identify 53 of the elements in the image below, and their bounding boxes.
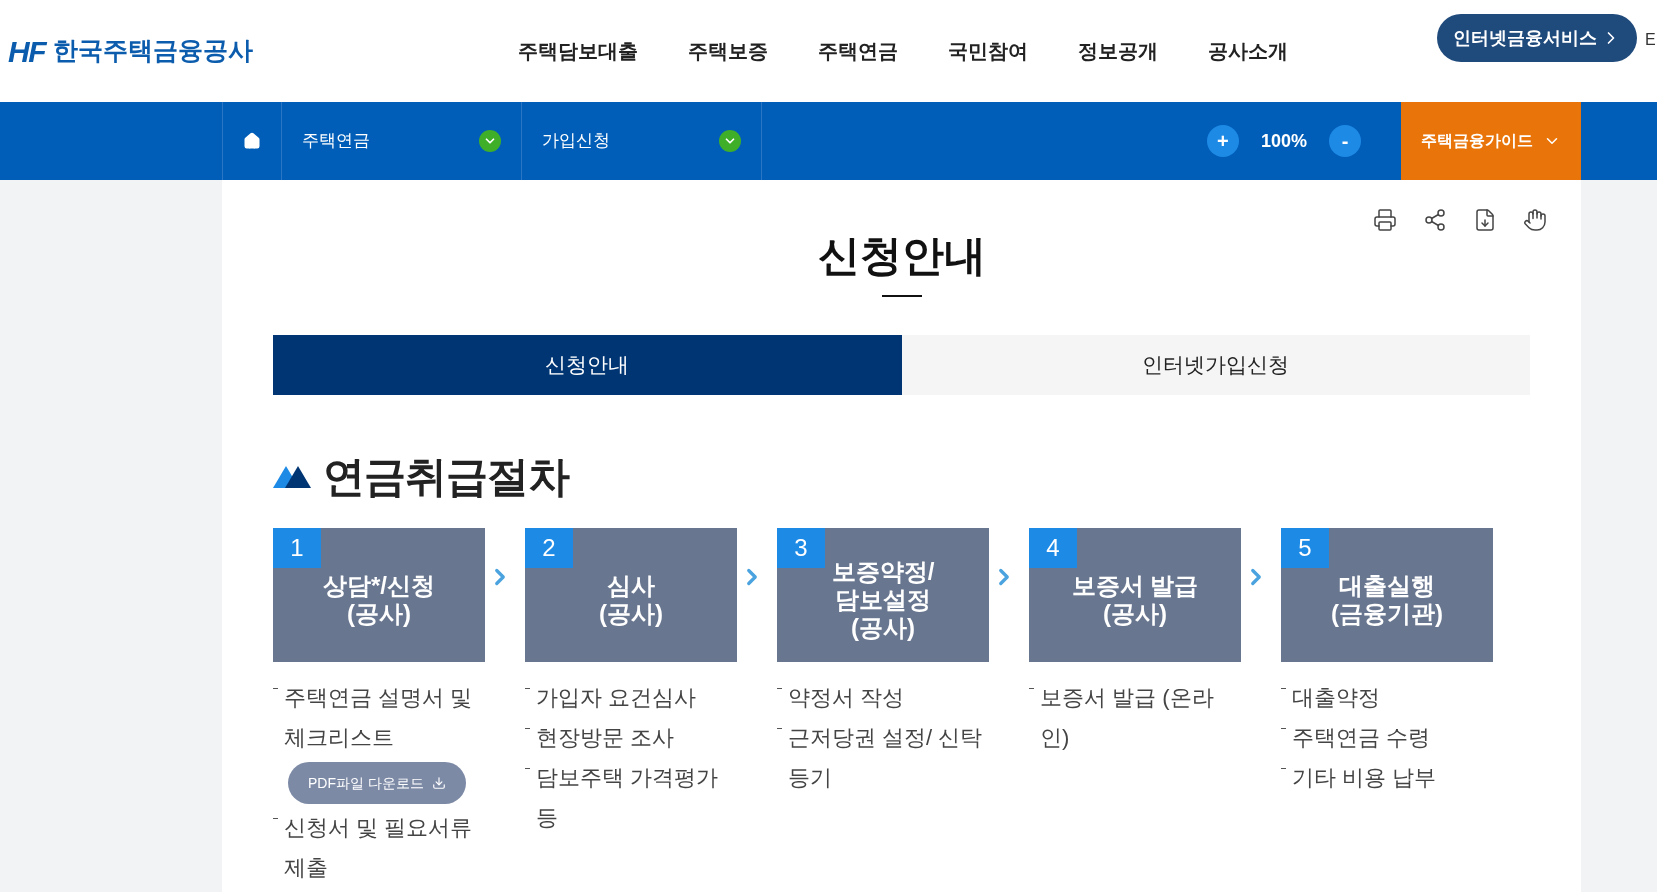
step-number: 3: [777, 528, 825, 568]
edge-text: E: [1645, 30, 1656, 50]
main-menu-item[interactable]: 공사소개: [1208, 36, 1288, 66]
step-item-text: 신청서 및 필요서류 제출: [284, 814, 474, 882]
step-title: 보증서 발급: [1071, 572, 1199, 600]
zoom-in-button[interactable]: +: [1206, 125, 1239, 157]
step-title: 대출실행: [1339, 572, 1435, 600]
hand-icon[interactable]: [1523, 208, 1547, 232]
step-item-text: 대출약정: [1292, 684, 1380, 712]
file-download-icon[interactable]: [1473, 208, 1497, 232]
step-number: 1: [273, 528, 321, 568]
logo-mark[interactable]: HF: [8, 28, 45, 74]
step-title: (금융기관): [1331, 600, 1443, 628]
step-number: 4: [1029, 528, 1077, 568]
step-title: 담보설정: [835, 586, 931, 614]
section-mark-icon: [273, 465, 311, 488]
page-title: 신청안내: [817, 235, 986, 277]
step-title: (공사): [599, 600, 663, 628]
step-item-text: 주택연금 수령: [1292, 724, 1431, 752]
main-menu-item[interactable]: 주택담보대출: [518, 36, 638, 66]
step-title: 보증약정/: [831, 558, 935, 586]
step-title: (공사): [347, 600, 411, 628]
tab[interactable]: 신청안내: [273, 335, 902, 395]
zoom-out-button[interactable]: -: [1329, 125, 1361, 157]
download-icon: [431, 776, 446, 790]
share-icon[interactable]: [1423, 208, 1447, 232]
step-item-text: 가입자 요건심사: [536, 684, 697, 712]
step-item-text: 주택연금 설명서 및 체크리스트: [284, 684, 474, 752]
step-item-text: 보증서 발급 (온라인): [1040, 684, 1215, 752]
main-menu-item[interactable]: 국민참여: [948, 36, 1028, 66]
dropdown-icon: [719, 130, 741, 152]
main-menu-item[interactable]: 주택연금: [818, 36, 898, 66]
step-item-text: 기타 비용 납부: [1292, 764, 1437, 792]
step-title: (공사): [851, 614, 915, 642]
step-item-text: 담보주택 가격평가 등: [536, 764, 720, 832]
main-menu-item[interactable]: 주택보증: [688, 36, 768, 66]
section-title: 연금취급절차: [323, 452, 569, 502]
step-item-text: 현장방문 조사: [536, 724, 675, 752]
home-icon[interactable]: [243, 132, 261, 150]
step-number: 5: [1281, 528, 1329, 568]
step-title: 심사: [607, 572, 655, 600]
step-item-text: 근저당권 설정/ 신탁등기: [788, 724, 984, 792]
step-item-text: 약정서 작성: [788, 684, 905, 712]
internet-service-button[interactable]: 인터넷금융서비스: [1437, 14, 1637, 62]
main-menu-item[interactable]: 정보공개: [1078, 36, 1158, 66]
step-title: (공사): [1103, 600, 1167, 628]
dropdown-icon: [479, 130, 501, 152]
zoom-level: 100%: [1260, 129, 1307, 153]
print-icon[interactable]: [1373, 208, 1397, 232]
step-title: 상담*/신청: [323, 572, 435, 600]
logo-text[interactable]: 한국주택금융공사: [53, 32, 253, 70]
tab[interactable]: 인터넷가입신청: [901, 335, 1530, 395]
step-number: 2: [525, 528, 573, 568]
